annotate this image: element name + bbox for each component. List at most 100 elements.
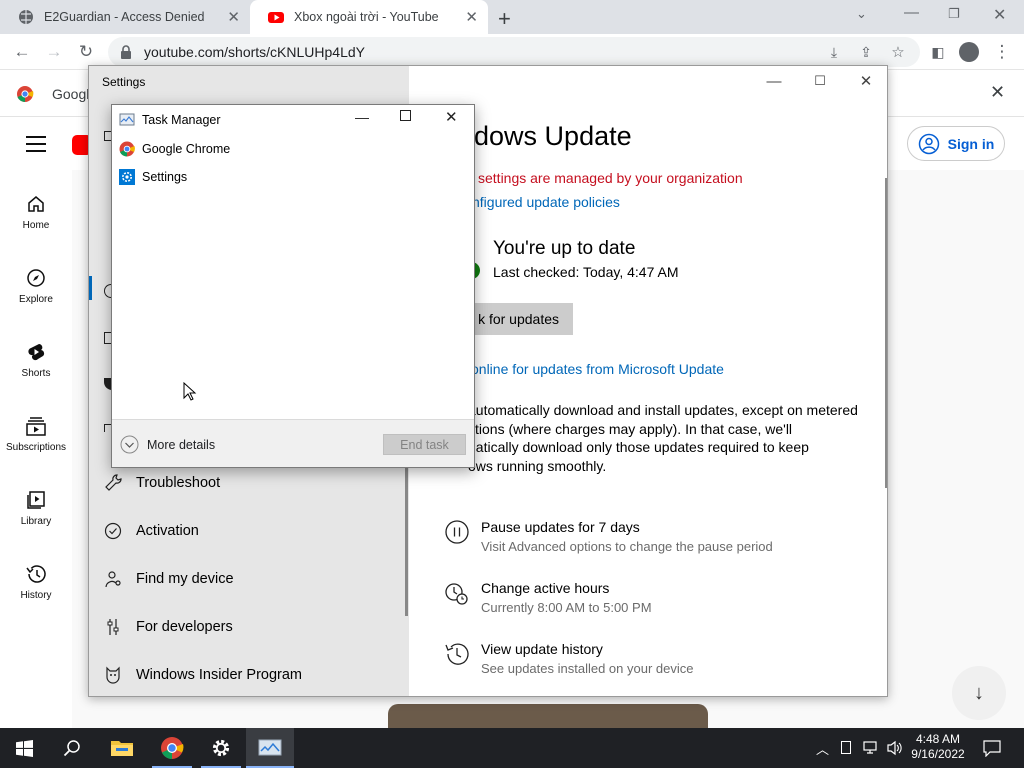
nav-label: History [20, 590, 52, 601]
device-icon[interactable] [841, 741, 851, 754]
close-window-icon[interactable]: ✕ [993, 5, 1006, 25]
end-task-label: End task [400, 437, 449, 452]
tm-close-icon[interactable]: ✕ [445, 108, 458, 126]
sidebar-item-label: Activation [136, 523, 199, 539]
active-item-indicator [89, 276, 92, 300]
check-for-updates-button[interactable]: k for updates [475, 303, 573, 335]
back-icon[interactable]: ← [8, 34, 36, 70]
show-hidden-icons-icon[interactable]: ︿ [816, 739, 829, 758]
close-tab-icon[interactable]: ✕ [227, 8, 240, 26]
close-tab-icon[interactable]: ✕ [465, 8, 478, 26]
short-video-thumbnail[interactable] [388, 704, 708, 728]
search-button[interactable] [48, 728, 96, 768]
task-manager-titlebar: Task Manager [119, 107, 221, 133]
description-line: natically download only those updates re… [468, 439, 809, 455]
nav-history[interactable]: History [0, 564, 72, 601]
gear-icon [212, 739, 230, 757]
option-title: Pause updates for 7 days [481, 519, 640, 535]
file-explorer-button[interactable] [98, 728, 146, 768]
next-video-arrow-icon[interactable]: ↓ [952, 666, 1006, 720]
sliders-icon [103, 617, 123, 637]
hamburger-menu-icon[interactable] [26, 136, 46, 152]
bookmark-star-icon[interactable]: ☆ [884, 34, 912, 70]
volume-icon[interactable] [886, 740, 904, 756]
nav-subscriptions[interactable]: Subscriptions [0, 416, 72, 453]
globe-icon [19, 10, 33, 24]
person-location-icon [103, 569, 123, 589]
sidebar-item-windows-insider[interactable]: Windows Insider Program [103, 651, 403, 699]
tab-youtube[interactable]: Xbox ngoài trời - YouTube ✕ [250, 0, 488, 34]
profile-avatar-icon[interactable] [959, 42, 979, 62]
nav-explore[interactable]: Explore [0, 268, 72, 305]
tab-e2guardian[interactable]: E2Guardian - Access Denied ✕ [0, 0, 250, 34]
settings-taskbar-button[interactable] [197, 728, 245, 768]
app-row-chrome[interactable]: Google Chrome [119, 136, 467, 162]
task-manager-footer: More details End task [112, 419, 474, 467]
end-task-button[interactable]: End task [383, 434, 466, 455]
notifications-icon[interactable] [983, 740, 1001, 757]
chrome-icon [161, 737, 184, 759]
address-bar[interactable]: youtube.com/shorts/cKNLUHp4LdY [108, 37, 920, 67]
sidebar-item-for-developers[interactable]: For developers [103, 603, 403, 651]
sign-in-button[interactable]: Sign in [907, 126, 1005, 161]
option-subtitle: See updates installed on your device [481, 661, 694, 676]
start-button[interactable] [0, 728, 48, 768]
side-panel-icon[interactable]: ◧ [924, 34, 952, 70]
lock-icon [121, 45, 131, 59]
windows-logo-icon [15, 739, 33, 757]
sidebar-item-label: Find my device [136, 571, 234, 587]
policies-link[interactable]: nfigured update policies [472, 194, 620, 210]
compass-icon [27, 269, 45, 287]
tm-maximize-icon[interactable] [400, 110, 411, 121]
history-icon [445, 643, 469, 665]
new-tab-icon[interactable]: + [498, 6, 511, 32]
tab-search-icon[interactable]: ⌄ [856, 6, 867, 22]
sidebar-item-find-my-device[interactable]: Find my device [103, 555, 403, 603]
settings-gear-icon [119, 169, 135, 185]
online-updates-link[interactable]: online for updates from Microsoft Update [471, 361, 724, 377]
app-name: Settings [142, 170, 188, 184]
network-icon[interactable] [863, 740, 881, 756]
clock[interactable]: 4:48 AM 9/16/2022 [908, 732, 968, 762]
sidebar-scrollbar[interactable] [405, 446, 408, 616]
settings-maximize-icon[interactable]: ☐ [797, 66, 843, 96]
nav-label: Library [20, 516, 52, 527]
sidebar-item-activation[interactable]: Activation [103, 507, 403, 555]
check-circle-icon [103, 521, 123, 541]
forward-icon[interactable]: → [40, 34, 68, 70]
chevron-down-circle-icon [120, 435, 139, 454]
option-update-history[interactable]: View update history See updates installe… [444, 641, 864, 691]
minimize-icon[interactable]: — [904, 4, 919, 21]
more-details-toggle[interactable]: More details [120, 435, 215, 454]
sidebar-item-label: Windows Insider Program [136, 667, 302, 683]
active-hours-icon [445, 583, 468, 605]
chrome-taskbar-button[interactable] [148, 728, 196, 768]
task-manager-taskbar-button[interactable] [246, 728, 294, 768]
settings-close-icon[interactable]: ✕ [843, 66, 889, 96]
close-infobar-icon[interactable]: ✕ [990, 82, 1005, 103]
option-pause-updates[interactable]: Pause updates for 7 days Visit Advanced … [444, 519, 864, 569]
settings-minimize-icon[interactable]: — [751, 66, 797, 96]
option-title: View update history [481, 641, 603, 657]
clock-time: 4:48 AM [915, 732, 961, 746]
menu-dots-icon[interactable]: ⋮ [988, 34, 1016, 70]
youtube-icon [268, 12, 284, 23]
account-circle-icon [918, 133, 939, 154]
task-manager-icon [258, 739, 282, 756]
settings-window-title: Settings [102, 75, 146, 89]
nav-library[interactable]: Library [0, 490, 72, 527]
nav-shorts[interactable]: Shorts [0, 342, 72, 379]
more-details-label: More details [147, 437, 216, 452]
tab-title: Xbox ngoài trời - YouTube [294, 10, 439, 24]
clock-date: 9/16/2022 [911, 747, 965, 761]
taskbar: ︿ 4:48 AM 9/16/2022 [0, 728, 1024, 768]
restore-icon[interactable]: ❐ [948, 6, 960, 22]
description-line: ctions (where charges may apply). In tha… [468, 420, 793, 437]
nav-home[interactable]: Home [0, 194, 72, 231]
app-row-settings[interactable]: Settings [119, 164, 467, 190]
tm-minimize-icon[interactable]: — [355, 109, 369, 125]
button-label: k for updates [478, 311, 559, 327]
content-scrollbar[interactable] [885, 178, 887, 488]
option-active-hours[interactable]: Change active hours Currently 8:00 AM to… [444, 580, 864, 630]
managed-notice: settings are managed by your organizatio… [478, 170, 743, 186]
